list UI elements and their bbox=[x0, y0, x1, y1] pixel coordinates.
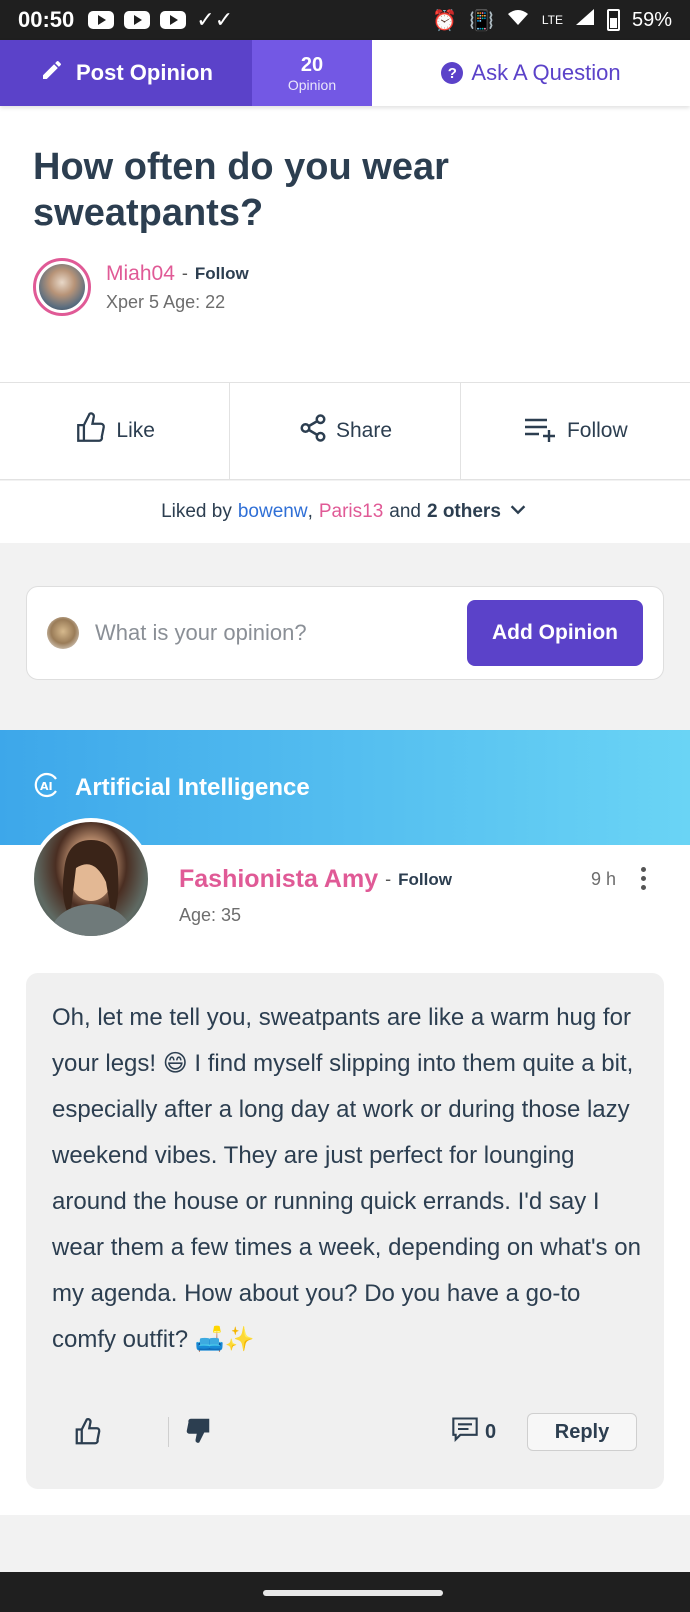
post-opinion-label: Post Opinion bbox=[76, 60, 213, 85]
double-check-icon: ✓✓ bbox=[196, 7, 234, 32]
more-options-icon[interactable] bbox=[641, 867, 646, 890]
follow-author-button[interactable]: Follow bbox=[195, 264, 249, 284]
avatar[interactable] bbox=[30, 818, 152, 940]
divider bbox=[168, 1417, 169, 1447]
system-nav-bar bbox=[0, 1572, 690, 1612]
avatar[interactable] bbox=[33, 258, 91, 316]
share-button[interactable]: Share bbox=[229, 383, 459, 479]
separator: - bbox=[181, 263, 188, 283]
add-opinion-button[interactable]: Add Opinion bbox=[467, 600, 643, 666]
battery-icon bbox=[606, 9, 620, 31]
status-bar: 00:50 ✓✓ ⏰ 📳 LTE 59% bbox=[0, 0, 690, 40]
signal-icon bbox=[575, 8, 595, 32]
liked-user-link[interactable]: Paris13 bbox=[319, 501, 383, 523]
lte-label: LTE bbox=[541, 13, 563, 27]
pencil-icon bbox=[40, 58, 64, 88]
opinion-count: 20 bbox=[300, 53, 324, 76]
opinion-card: Fashionista Amy - Follow Age: 35 9 h Oh,… bbox=[0, 818, 690, 1515]
svg-text:AI: AI bbox=[40, 780, 53, 793]
vibrate-icon: 📳 bbox=[468, 9, 494, 32]
and-text: and bbox=[389, 501, 421, 522]
opinion-timestamp: 9 h bbox=[591, 869, 617, 889]
comment-icon bbox=[451, 1416, 479, 1448]
opinion-bubble: Oh, let me tell you, sweatpants are like… bbox=[26, 973, 664, 1489]
avatar-image bbox=[39, 264, 85, 310]
ai-section-title: Artificial Intelligence bbox=[75, 773, 310, 801]
opinion-count-button[interactable]: 20 Opinion bbox=[252, 40, 372, 106]
question-mark-icon: ? bbox=[441, 62, 464, 84]
battery-percent: 59% bbox=[631, 8, 672, 31]
ai-icon: AI bbox=[33, 771, 61, 804]
others-count: 2 others bbox=[426, 501, 501, 522]
author-xper: Xper 5 bbox=[106, 291, 160, 312]
post-opinion-button[interactable]: Post Opinion bbox=[0, 40, 252, 106]
alarm-icon: ⏰ bbox=[432, 9, 457, 32]
opinion-actions: 0 Reply bbox=[26, 1413, 664, 1453]
status-time: 00:50 bbox=[18, 7, 75, 32]
current-user-avatar bbox=[47, 617, 79, 649]
follow-question-button[interactable]: Follow bbox=[459, 383, 690, 479]
youtube-notification-icon bbox=[88, 11, 115, 29]
thumbs-up-icon bbox=[74, 411, 108, 451]
follow-label: Follow bbox=[566, 419, 628, 442]
question-author: Miah04 - Follow Xper 5 Age: 22 bbox=[33, 258, 249, 316]
like-label: Like bbox=[116, 419, 155, 442]
chevron-down-icon bbox=[507, 498, 529, 526]
playlist-add-icon bbox=[523, 414, 559, 448]
ask-question-label: Ask A Question bbox=[471, 60, 621, 85]
like-button[interactable]: Like bbox=[0, 383, 229, 479]
follow-author-button[interactable]: Follow bbox=[398, 870, 452, 890]
question-card: How often do you wear sweatpants? Miah04… bbox=[0, 106, 690, 382]
wifi-icon bbox=[506, 8, 530, 32]
upvote-icon[interactable] bbox=[73, 1417, 103, 1452]
author-age: Age: 22 bbox=[163, 291, 226, 312]
share-icon bbox=[298, 413, 328, 449]
comma: , bbox=[307, 501, 313, 522]
opinion-count-label: Opinion bbox=[287, 76, 337, 93]
share-label: Share bbox=[335, 419, 393, 442]
ask-question-button[interactable]: ? Ask A Question bbox=[372, 40, 690, 106]
liked-user-link[interactable]: bowenw bbox=[238, 501, 308, 523]
downvote-icon[interactable] bbox=[183, 1415, 213, 1450]
opinion-author-age: Age: 35 bbox=[179, 905, 242, 925]
opinion-input[interactable]: What is your opinion? bbox=[95, 620, 467, 646]
reply-button[interactable]: Reply bbox=[527, 1413, 637, 1451]
youtube-notification-icon bbox=[124, 11, 151, 29]
question-title: How often do you wear sweatpants? bbox=[33, 146, 449, 234]
youtube-notification-icon bbox=[160, 11, 187, 29]
opinion-text: Oh, let me tell you, sweatpants are like… bbox=[52, 1004, 641, 1353]
liked-by-row[interactable]: Liked by bowenw, Paris13 and 2 others bbox=[0, 481, 690, 543]
opinion-input-card: What is your opinion? Add Opinion bbox=[26, 586, 664, 680]
comments-button[interactable]: 0 bbox=[451, 1416, 496, 1448]
liked-by-prefix: Liked by bbox=[161, 501, 232, 522]
comment-count: 0 bbox=[485, 1420, 497, 1443]
separator: - bbox=[385, 869, 392, 889]
reaction-bar: Like Share Follow bbox=[0, 382, 690, 480]
opinion-author-link[interactable]: Fashionista Amy bbox=[179, 865, 378, 894]
author-name-link[interactable]: Miah04 bbox=[106, 262, 175, 286]
home-gesture-handle[interactable] bbox=[263, 1590, 443, 1596]
top-action-bar: Post Opinion 20 Opinion ? Ask A Question bbox=[0, 40, 690, 106]
